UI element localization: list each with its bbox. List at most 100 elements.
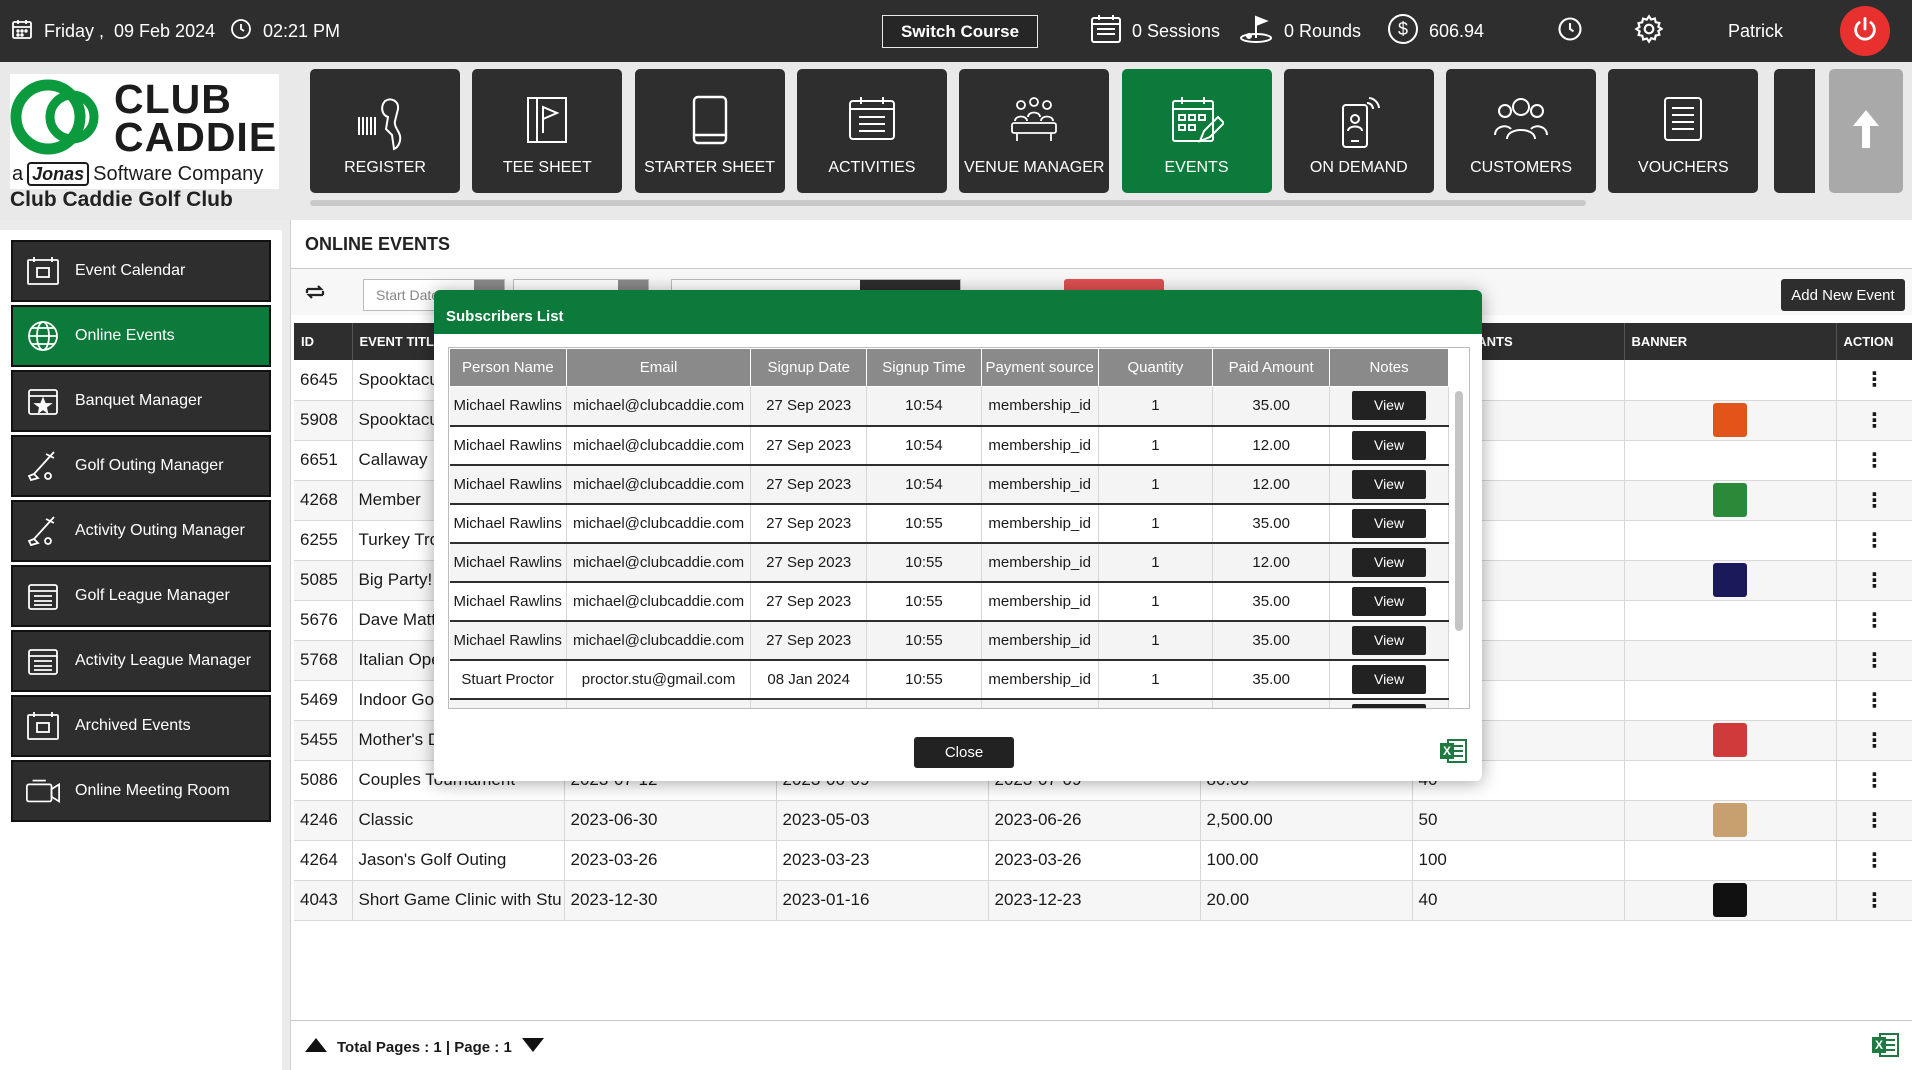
refresh-icon[interactable] — [303, 281, 327, 308]
table-row[interactable]: 4264 Jason's Golf Outing 2023-03-26 2023-03… — [294, 840, 1912, 881]
view-notes-button[interactable]: View — [1352, 547, 1427, 577]
sidebar-item-online-meeting-room[interactable]: Online Meeting Room — [11, 760, 271, 822]
view-notes-button[interactable]: View — [1352, 625, 1427, 655]
subscriber-row: Michael Rawlins michael@clubcaddie.com 27 … — [449, 620, 1449, 661]
row-actions-menu[interactable]: ⋮ — [1836, 800, 1912, 841]
sidebar-item-archived-events[interactable]: Archived Events — [11, 695, 271, 757]
table-row[interactable]: 4246 Classic 2023-06-30 2023-05-03 2023-06-2… — [294, 800, 1912, 841]
kebab-menu-icon: ⋮ — [1864, 609, 1885, 632]
excel-export-icon[interactable]: X — [1871, 1032, 1899, 1063]
nav-tile-starter-sheet[interactable]: STARTER SHEET — [634, 69, 785, 193]
row-actions-menu[interactable]: ⋮ — [1836, 880, 1912, 921]
switch-course-button[interactable]: Switch Course — [882, 15, 1038, 48]
cell-source: membership_id — [981, 659, 1099, 700]
nav-tile-label: ON DEMAND — [1309, 159, 1408, 176]
row-actions-menu[interactable]: ⋮ — [1836, 440, 1912, 481]
cell-c3: 2023-03-26 — [988, 840, 1201, 881]
nav-tile-partial[interactable] — [1774, 69, 1815, 193]
row-actions-menu[interactable]: ⋮ — [1836, 560, 1912, 601]
row-actions-menu[interactable]: ⋮ — [1836, 600, 1912, 641]
banner-thumbnail[interactable] — [1713, 483, 1747, 517]
nav-tile-register[interactable]: REGISTER — [310, 69, 460, 193]
nav-tile-activities[interactable]: ACTIVITIES — [796, 69, 947, 193]
calendar-icon — [10, 17, 34, 46]
pagination: Total Pages : 1 | Page : 1 — [305, 1038, 544, 1056]
cell-time: 10:54 — [866, 464, 982, 505]
close-button[interactable]: Close — [914, 737, 1014, 768]
scroll-up-button[interactable] — [1829, 69, 1903, 193]
sidebar-item-activity-league-manager[interactable]: Activity League Manager — [11, 630, 271, 692]
table-row[interactable]: 4043 Short Game Clinic with Stu 2023-12-30… — [294, 880, 1912, 921]
row-actions-menu[interactable]: ⋮ — [1836, 360, 1912, 401]
row-actions-menu[interactable]: ⋮ — [1836, 640, 1912, 681]
kebab-menu-icon: ⋮ — [1864, 649, 1885, 672]
subscribers-table: Person Name Email Signup Date Signup Time Pa… — [449, 348, 1449, 708]
sidebar-item-online-events[interactable]: Online Events — [11, 305, 271, 367]
sidebar-item-golf-outing-manager[interactable]: Golf Outing Manager — [11, 435, 271, 497]
sidebar-item-event-calendar[interactable]: Event Calendar — [11, 240, 271, 302]
league-calendar-icon — [25, 580, 61, 612]
user-name[interactable]: Patrick — [1728, 0, 1783, 62]
page-down-icon[interactable] — [521, 1038, 544, 1056]
nav-tile-on-demand[interactable]: ON DEMAND — [1283, 69, 1434, 193]
logo-text: CLUB CADDIE — [114, 76, 278, 160]
event-calendar-edit-icon — [1170, 95, 1225, 152]
club-caddie-logo[interactable]: CLUB CADDIE a Jonas Software Company — [10, 74, 279, 189]
events-column-header[interactable]: BANNER — [1624, 323, 1837, 360]
sidebar-item-golf-league-manager[interactable]: Golf League Manager — [11, 565, 271, 627]
history-clock-button[interactable] — [1556, 0, 1584, 62]
row-actions-menu[interactable]: ⋮ — [1836, 480, 1912, 521]
row-actions-menu[interactable]: ⋮ — [1836, 760, 1912, 801]
sidebar-item-banquet-manager[interactable]: Banquet Manager — [11, 370, 271, 432]
row-actions-menu[interactable]: ⋮ — [1836, 720, 1912, 761]
banner-thumbnail[interactable] — [1713, 723, 1747, 757]
row-actions-menu[interactable]: ⋮ — [1836, 400, 1912, 441]
nav-tile-customers[interactable]: CUSTOMERS — [1446, 69, 1597, 193]
view-notes-button[interactable]: View — [1352, 391, 1427, 421]
view-notes-button[interactable]: View — [1352, 586, 1427, 616]
view-notes-button[interactable]: View — [1352, 703, 1427, 708]
cell-banner — [1624, 800, 1837, 841]
events-column-header[interactable]: ID — [294, 323, 353, 360]
logout-button[interactable] — [1840, 6, 1890, 56]
view-notes-button[interactable]: View — [1352, 664, 1427, 694]
view-notes-button[interactable]: View — [1352, 469, 1427, 499]
cell-id: 5086 — [294, 760, 353, 801]
subscribers-table-container[interactable]: Person Name Email Signup Date Signup Time Pa… — [448, 347, 1470, 709]
kebab-menu-icon: ⋮ — [1864, 569, 1885, 592]
cell-c2: 2023-05-03 — [776, 800, 989, 841]
nav-tile-vouchers[interactable]: VOUCHERS — [1608, 69, 1759, 193]
nav-tile-venue-manager[interactable]: VENUE MANAGER — [959, 69, 1110, 193]
nav-tile-events[interactable]: EVENTS — [1121, 69, 1272, 193]
row-actions-menu[interactable]: ⋮ — [1836, 520, 1912, 561]
row-actions-menu[interactable]: ⋮ — [1836, 680, 1912, 721]
nav-tile-tee-sheet[interactable]: TEE SHEET — [472, 69, 623, 193]
banner-thumbnail[interactable] — [1713, 403, 1747, 437]
cell-banner — [1624, 840, 1837, 881]
banner-thumbnail[interactable] — [1713, 563, 1747, 597]
rounds-display[interactable]: 0 Rounds — [1238, 0, 1361, 62]
banner-thumbnail[interactable] — [1713, 803, 1747, 837]
row-actions-menu[interactable]: ⋮ — [1836, 840, 1912, 881]
time-display: 02:21 PM — [229, 0, 340, 62]
modal-scrollbar[interactable] — [1455, 391, 1463, 631]
cell-c2: 2023-01-16 — [776, 880, 989, 921]
page-up-icon[interactable] — [305, 1038, 327, 1056]
cell-qty: 1 — [1098, 464, 1214, 505]
nav-scrollbar[interactable] — [310, 200, 1586, 206]
sessions-display[interactable]: 0 Sessions — [1090, 0, 1220, 62]
golf-cart-icon — [1238, 14, 1274, 49]
balance-display[interactable]: $ 606.94 — [1387, 0, 1484, 62]
excel-export-icon[interactable]: X — [1439, 738, 1467, 769]
view-notes-button[interactable]: View — [1352, 430, 1427, 460]
events-column-header[interactable]: ACTION — [1836, 323, 1912, 360]
banner-thumbnail[interactable] — [1713, 883, 1747, 917]
cell-email: michael@clubcaddie.com — [566, 503, 752, 544]
settings-button[interactable] — [1633, 0, 1665, 62]
subscribers-column-header: Person Name — [449, 348, 567, 387]
cell-notes: View — [1329, 698, 1449, 708]
view-notes-button[interactable]: View — [1352, 508, 1427, 538]
sidebar-item-activity-outing-manager[interactable]: Activity Outing Manager — [11, 500, 271, 562]
add-new-event-button[interactable]: Add New Event — [1781, 279, 1905, 311]
kebab-menu-icon: ⋮ — [1864, 849, 1885, 872]
